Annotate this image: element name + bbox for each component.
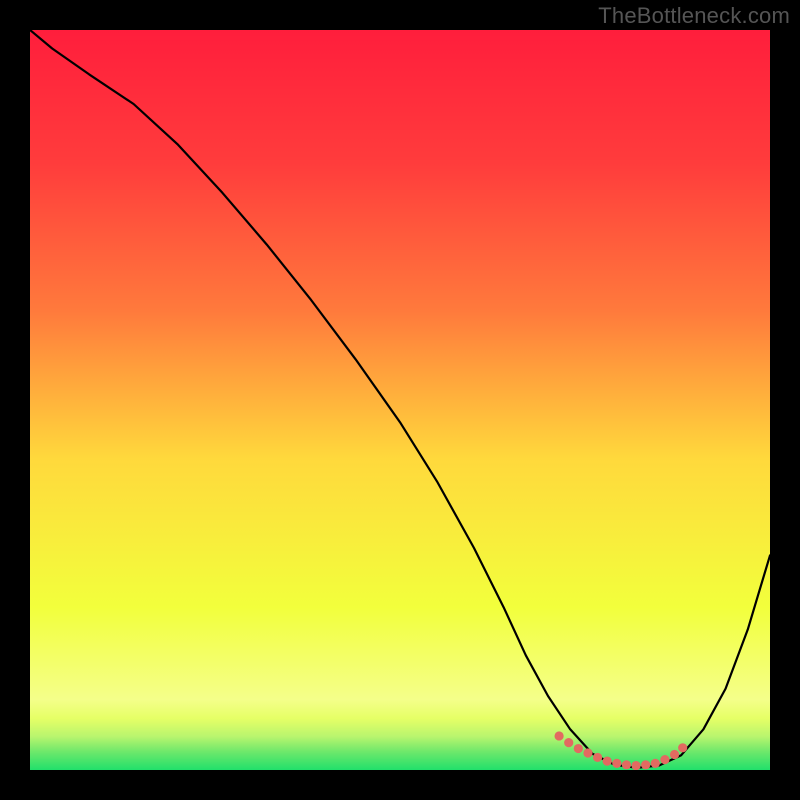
chart-svg <box>30 30 770 770</box>
valley-marker <box>660 755 669 764</box>
valley-marker <box>670 750 679 759</box>
valley-marker <box>583 748 592 757</box>
valley-marker <box>564 738 573 747</box>
watermark-text: TheBottleneck.com <box>598 3 790 29</box>
valley-marker <box>603 757 612 766</box>
valley-marker <box>574 744 583 753</box>
valley-marker <box>678 743 687 752</box>
valley-marker <box>641 760 650 769</box>
valley-marker <box>651 759 660 768</box>
valley-marker <box>593 753 602 762</box>
chart-frame: TheBottleneck.com <box>0 0 800 800</box>
valley-marker <box>622 760 631 769</box>
valley-marker <box>612 759 621 768</box>
gradient-background <box>30 30 770 770</box>
valley-marker <box>555 731 564 740</box>
valley-marker <box>631 761 640 770</box>
plot-area <box>30 30 770 770</box>
